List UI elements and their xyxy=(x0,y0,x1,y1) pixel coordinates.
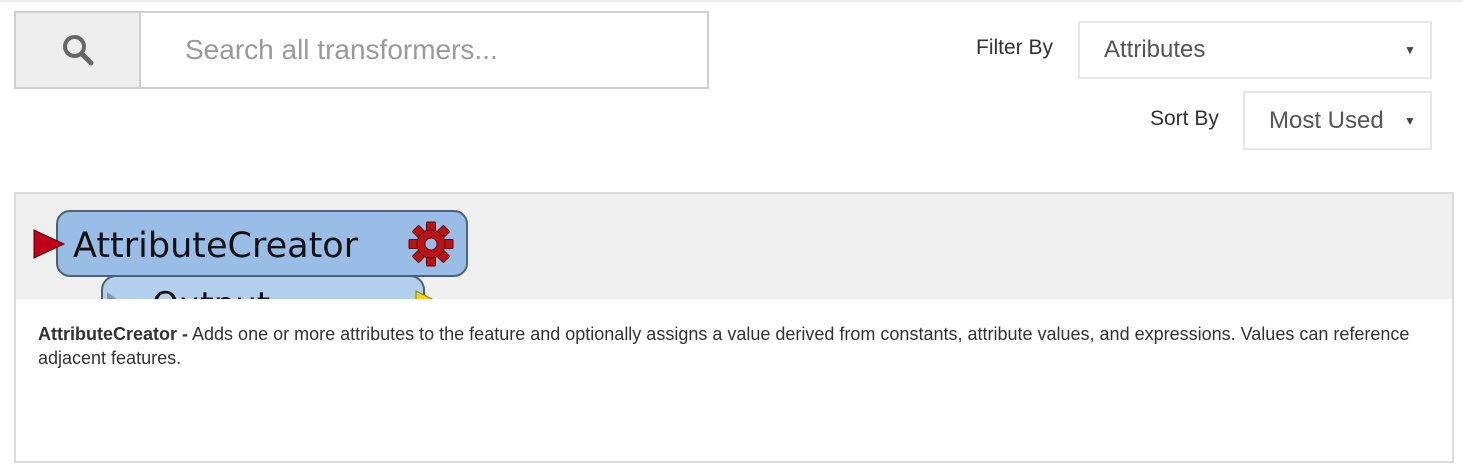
chevron-down-icon: ▼ xyxy=(1404,43,1416,57)
output-port-icon xyxy=(415,290,434,299)
chevron-down-icon: ▼ xyxy=(1404,113,1416,128)
transformer-node-illustration: Output AttributeCreator xyxy=(33,210,468,299)
sort-by-value: Most Used xyxy=(1269,106,1384,134)
filter-by-select[interactable]: Attributes ▼ xyxy=(1078,21,1432,79)
attributecreator-node-label: AttributeCreator xyxy=(73,226,359,266)
sort-by-select[interactable]: Most Used ▼ xyxy=(1243,91,1432,150)
transformer-name: AttributeCreator - xyxy=(38,324,189,344)
sort-by-label: Sort By xyxy=(1150,107,1219,130)
filter-by-value: Attributes xyxy=(1104,36,1206,63)
search-bar xyxy=(14,11,709,89)
output-node-label: Output xyxy=(152,285,270,299)
search-icon xyxy=(62,35,93,66)
search-input[interactable] xyxy=(141,13,707,87)
transformer-description-text: Adds one or more attributes to the featu… xyxy=(38,324,1410,368)
transformer-graphic: Output AttributeCreator xyxy=(16,194,1452,299)
transformer-description: AttributeCreator - Adds one or more attr… xyxy=(38,322,1428,370)
filter-by-label: Filter By xyxy=(976,36,1054,59)
transformer-card[interactable]: Output AttributeCreator xyxy=(14,192,1454,463)
search-button[interactable] xyxy=(16,13,141,87)
top-divider xyxy=(0,0,1463,2)
gear-icon xyxy=(408,221,454,267)
